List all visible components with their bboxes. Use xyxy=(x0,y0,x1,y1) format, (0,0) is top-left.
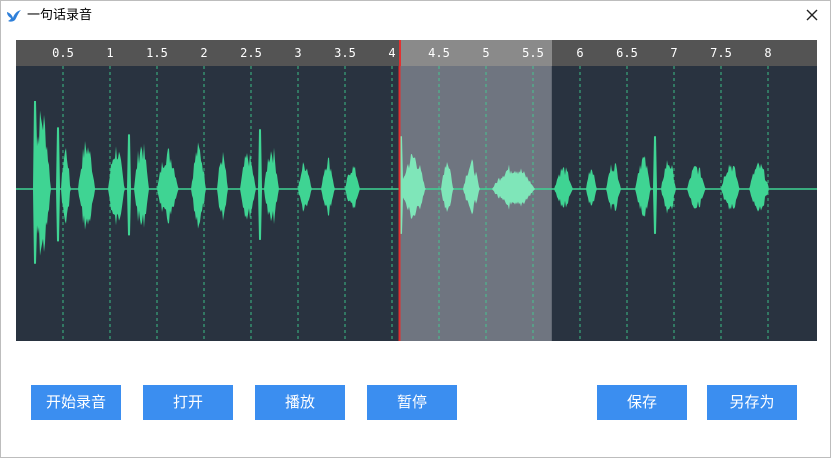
waveform-svg xyxy=(16,66,817,341)
waveform-left xyxy=(16,101,399,264)
close-icon[interactable] xyxy=(804,7,820,23)
ruler-tick-label: 4.5 xyxy=(428,46,450,60)
ruler-tick-label: 2.5 xyxy=(240,46,262,60)
ruler-tick-label: 3.5 xyxy=(334,46,356,60)
bird-icon xyxy=(6,8,22,24)
ruler-tick-label: 3 xyxy=(294,46,302,60)
ruler-tick-label: 6.5 xyxy=(616,46,638,60)
recorder-window: 一句话录音 0.5 1 1.5 2 2.5 3 3.5 4 4.5 5 5.5 6 6.5 7 7.5 8 开… xyxy=(0,0,831,458)
start-record-button[interactable]: 开始录音 xyxy=(31,385,121,420)
title-bar: 一句话录音 xyxy=(1,1,830,31)
pause-button[interactable]: 暂停 xyxy=(367,385,457,420)
time-ruler[interactable]: 0.5 1 1.5 2 2.5 3 3.5 4 4.5 5 5.5 6 6.5 7 7.5 8 xyxy=(16,40,817,66)
waveform-right xyxy=(552,136,816,234)
ruler-tick-label: 4 xyxy=(388,46,396,60)
ruler-tick-label: 6 xyxy=(576,46,584,60)
ruler-tick-label: 1.5 xyxy=(146,46,168,60)
window-title: 一句话录音 xyxy=(27,8,93,23)
ruler-tick-label: 5.5 xyxy=(522,46,544,60)
ruler-playhead xyxy=(398,40,401,66)
ruler-tick-label: 5 xyxy=(482,46,490,60)
open-button[interactable]: 打开 xyxy=(143,385,233,420)
ruler-tick-label: 7 xyxy=(670,46,678,60)
ruler-tick-label: 1 xyxy=(106,46,114,60)
play-button[interactable]: 播放 xyxy=(255,385,345,420)
save-button[interactable]: 保存 xyxy=(597,385,687,420)
waveform-canvas[interactable] xyxy=(16,66,817,341)
ruler-tick-label: 8 xyxy=(764,46,772,60)
ruler-tick-label: 0.5 xyxy=(52,46,74,60)
selection-overlay xyxy=(399,66,552,341)
save-as-button[interactable]: 另存为 xyxy=(707,385,797,420)
ruler-tick-label: 2 xyxy=(200,46,208,60)
ruler-tick-label: 7.5 xyxy=(710,46,732,60)
